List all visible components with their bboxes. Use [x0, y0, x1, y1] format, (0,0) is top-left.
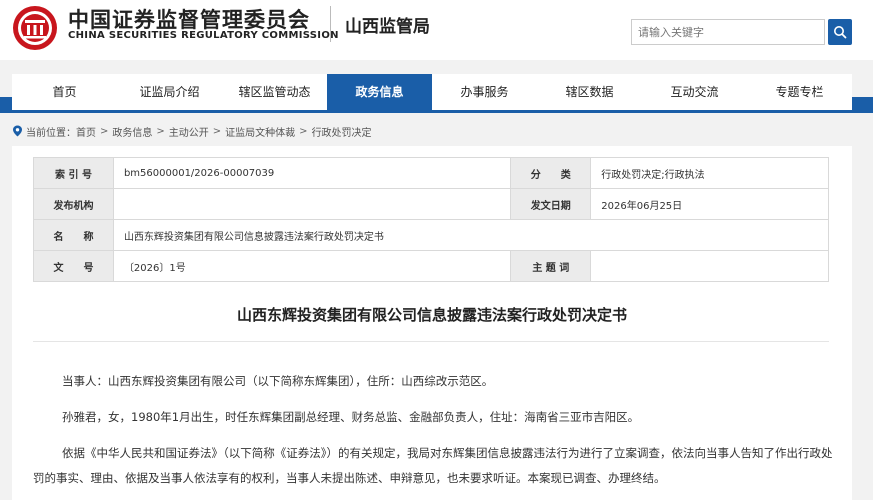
- search-input[interactable]: [631, 19, 825, 45]
- category-label: 分 类: [510, 157, 592, 189]
- breadcrumb-item-document-types[interactable]: 证监局文种体裁: [225, 124, 295, 139]
- category-value: 行政处罚决定;行政执法: [590, 157, 829, 189]
- breadcrumb-item-penalty-decisions[interactable]: 行政处罚决定: [312, 124, 372, 139]
- table-row: 索 引 号 bm56000001/2026-00007039 分 类 行政处罚决…: [33, 157, 829, 189]
- search-icon: [834, 26, 847, 39]
- publisher-value: [112, 188, 512, 220]
- breadcrumb-item-home[interactable]: 首页: [76, 124, 96, 139]
- document-paragraph: 孙雅君，女，1980年1月出生，时任东辉集团副总经理、财务总监、金融部负责人，住…: [62, 410, 640, 424]
- search-button[interactable]: [828, 19, 852, 45]
- index-value: bm56000001/2026-00007039: [112, 157, 512, 189]
- content-panel: 索 引 号 bm56000001/2026-00007039 分 类 行政处罚决…: [12, 146, 852, 500]
- table-row: 发布机构 发文日期 2026年06月25日: [33, 188, 829, 220]
- nav-item-services[interactable]: 办事服务: [432, 74, 537, 110]
- location-pin-icon: [13, 125, 22, 137]
- document-meta-table: 索 引 号 bm56000001/2026-00007039 分 类 行政处罚决…: [33, 157, 830, 282]
- document-title: 山西东辉投资集团有限公司信息披露违法案行政处罚决定书: [236, 306, 627, 324]
- nav-item-regional-data[interactable]: 辖区数据: [537, 74, 642, 110]
- nav-item-bureau-intro[interactable]: 证监局介绍: [117, 74, 222, 110]
- date-value: 2026年06月25日: [590, 188, 829, 220]
- index-label: 索 引 号: [33, 157, 114, 189]
- org-name-en[interactable]: CHINA SECURITIES REGULATORY COMMISSION: [68, 30, 339, 41]
- breadcrumb-prefix: 当前位置：: [26, 127, 76, 139]
- csrc-emblem-icon[interactable]: [11, 5, 59, 51]
- docno-value: 〔2026〕1号: [112, 250, 512, 282]
- table-row: 文 号 〔2026〕1号 主 题 词: [33, 250, 829, 282]
- breadcrumb-separator: >: [100, 125, 109, 137]
- document-paragraph: 当事人：山西东辉投资集团有限公司（以下简称东辉集团），住所：山西综改示范区。: [62, 374, 494, 388]
- document-paragraph: 依据《中华人民共和国证券法》（以下简称《证券法》）的有关规定，我局对东辉集团信息…: [62, 446, 833, 460]
- breadcrumb-item-government-info[interactable]: 政务信息: [112, 124, 152, 139]
- nav-item-regional-news[interactable]: 辖区监管动态: [222, 74, 327, 110]
- nav-item-government-info[interactable]: 政务信息: [327, 74, 432, 110]
- site-header: 中国证券监督管理委员会 CHINA SECURITIES REGULATORY …: [0, 0, 873, 60]
- breadcrumb-item-public-disclosure[interactable]: 主动公开: [169, 124, 209, 139]
- docno-label: 文 号: [33, 250, 114, 282]
- breadcrumb-separator: >: [299, 125, 308, 137]
- nav-item-interaction[interactable]: 互动交流: [642, 74, 747, 110]
- table-row: 名 称 山西东辉投资集团有限公司信息披露违法案行政处罚决定书: [33, 219, 830, 251]
- bureau-name: 山西监管局: [345, 17, 430, 37]
- date-label: 发文日期: [510, 188, 592, 220]
- name-label: 名 称: [33, 219, 114, 251]
- document-paragraph: 罚的事实、理由、依据及当事人依法享有的权利，当事人未提出陈述、申辩意见，也未要求…: [33, 471, 666, 485]
- nav-item-home[interactable]: 首页: [12, 74, 117, 110]
- name-value: 山西东辉投资集团有限公司信息披露违法案行政处罚决定书: [112, 219, 830, 251]
- subject-value: [590, 250, 829, 282]
- nav-item-special-topics[interactable]: 专题专栏: [747, 74, 852, 110]
- title-divider: [33, 341, 829, 342]
- breadcrumb: 当前位置： 首页 > 政务信息 > 主动公开 > 证监局文种体裁 > 行政处罚决…: [12, 122, 372, 140]
- breadcrumb-separator: >: [156, 125, 165, 137]
- publisher-label: 发布机构: [33, 188, 114, 220]
- main-nav: 首页 证监局介绍 辖区监管动态 政务信息 办事服务 辖区数据 互动交流 专题专栏: [12, 74, 852, 110]
- subject-label: 主 题 词: [510, 250, 592, 282]
- header-divider: [330, 6, 331, 42]
- breadcrumb-separator: >: [212, 125, 222, 137]
